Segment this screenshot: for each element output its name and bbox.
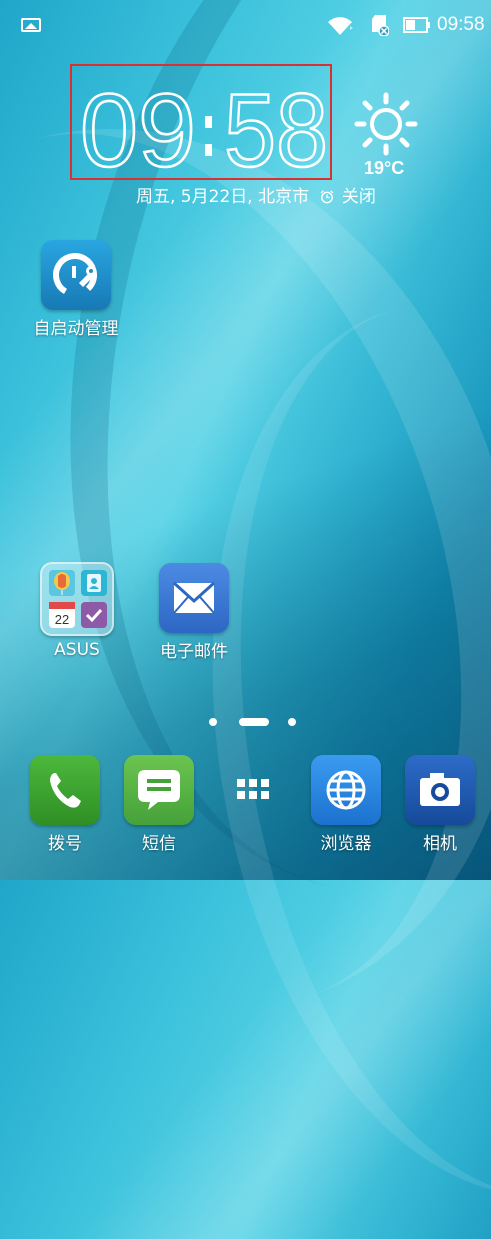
dock-phone[interactable]: 拨号 — [25, 755, 105, 854]
status-bar[interactable]: 09:58 — [0, 0, 491, 50]
date-alarm-line[interactable]: 周五, 5月22日, 北京市 关闭 — [136, 182, 376, 207]
clock-hours: 09 — [80, 86, 196, 170]
clock-minutes: 58 — [224, 86, 328, 170]
alarm-status: 关闭 — [341, 187, 376, 207]
sd-card-icon — [372, 15, 389, 36]
app-email[interactable]: 电子邮件 — [148, 563, 240, 662]
alarm-icon — [321, 190, 334, 204]
calendar-icon: 22 — [49, 602, 75, 628]
dock-label: 相机 — [423, 834, 457, 854]
svg-text:22: 22 — [55, 612, 69, 627]
globe-icon — [311, 755, 381, 825]
message-icon — [124, 755, 194, 825]
mail-icon — [159, 563, 229, 633]
autostart-manager-icon — [41, 240, 111, 310]
dock-label: 浏览器 — [320, 834, 372, 854]
folder-label: ASUS — [54, 640, 100, 660]
page-dot[interactable] — [288, 718, 296, 726]
folder-asus[interactable]: 22 ASUS — [32, 562, 122, 660]
battery-icon — [403, 17, 430, 33]
dock-label: 拨号 — [48, 834, 82, 854]
dock-messages[interactable]: 短信 — [119, 755, 199, 854]
app-label: 自启动管理 — [33, 319, 119, 339]
sun-icon[interactable] — [352, 92, 420, 160]
contacts-icon — [81, 570, 107, 596]
camera-icon — [405, 755, 475, 825]
app-label: 电子邮件 — [160, 642, 228, 662]
app-drawer-icon — [218, 755, 288, 825]
tasks-icon — [81, 602, 107, 628]
phone-icon — [30, 755, 100, 825]
app-autostart-manager[interactable]: 自启动管理 — [30, 240, 122, 339]
dock-label: 短信 — [142, 834, 176, 854]
dock-camera[interactable]: 相机 — [400, 755, 480, 854]
page-dot[interactable] — [209, 718, 217, 726]
dock-browser[interactable]: 浏览器 — [306, 755, 386, 854]
balloon-icon — [49, 570, 75, 596]
page-indicator[interactable] — [0, 714, 491, 728]
page-dot-active[interactable] — [239, 718, 269, 726]
status-time: 09:58 — [437, 14, 485, 35]
wifi-icon — [328, 17, 353, 35]
date-text: 周五, 5月22日, 北京市 — [136, 187, 310, 207]
weather-temperature[interactable]: 19°C — [364, 158, 404, 179]
folder-icon: 22 — [40, 562, 114, 636]
gallery-icon — [21, 18, 41, 32]
dock-app-drawer[interactable] — [213, 755, 293, 825]
clock-time[interactable]: 09 58 — [80, 86, 330, 170]
